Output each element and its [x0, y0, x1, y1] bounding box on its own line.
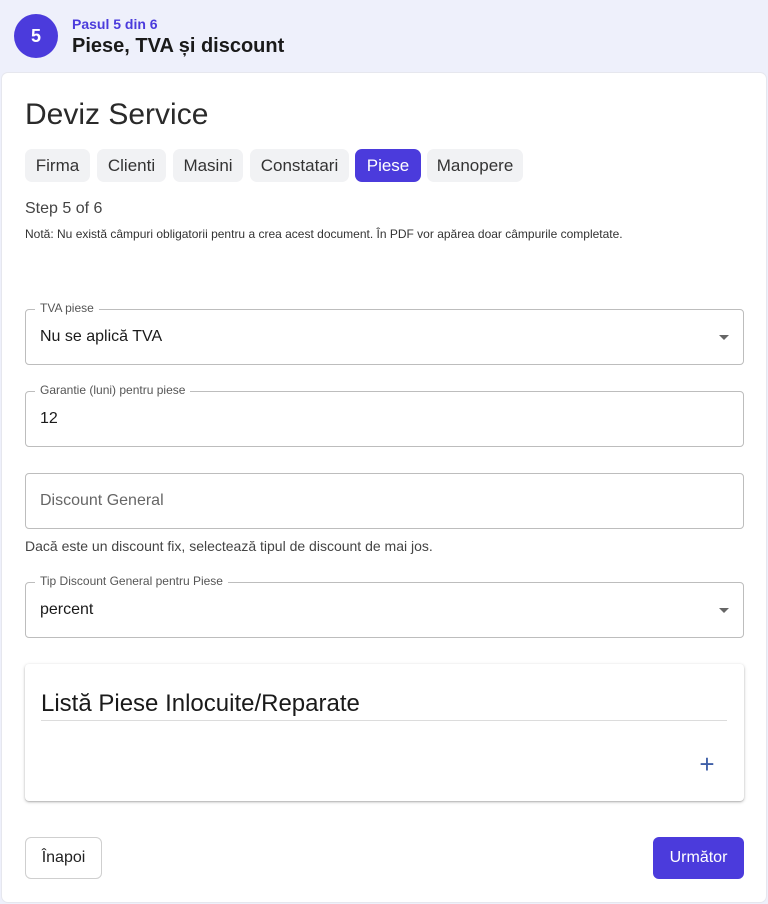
discount-placeholder: Discount General: [40, 492, 164, 509]
info-note: Notă: Nu există câmpuri obligatorii pent…: [25, 227, 623, 241]
discount-input[interactable]: Discount General: [25, 473, 744, 529]
next-button[interactable]: Următor: [653, 837, 744, 879]
divider: [41, 720, 727, 721]
tab-clienti[interactable]: Clienti: [97, 149, 166, 182]
step-heading: Piese, TVA și discount: [72, 35, 285, 57]
plus-icon[interactable]: +: [693, 750, 721, 778]
back-button[interactable]: Înapoi: [25, 837, 102, 879]
warranty-label: Garantie (luni) pentru piese: [35, 383, 191, 397]
warranty-value: 12: [40, 410, 58, 427]
tab-manopere[interactable]: Manopere: [427, 149, 523, 182]
tva-value: Nu se aplică TVA: [40, 328, 163, 345]
warranty-input[interactable]: Garantie (luni) pentru piese 12: [25, 383, 744, 447]
page-title: Deviz Service: [25, 98, 209, 131]
tab-firma[interactable]: Firma: [25, 149, 90, 182]
tab-piese[interactable]: Piese: [355, 149, 421, 182]
dropdown-arrow-icon: [719, 335, 729, 340]
discount-type-select[interactable]: Tip Discount General pentru Piese percen…: [25, 574, 744, 638]
step-kicker: Pasul 5 din 6: [72, 16, 158, 32]
step-number-badge: 5: [14, 14, 58, 58]
parts-list-title: Listă Piese Inlocuite/Reparate: [41, 690, 360, 717]
tab-constatari[interactable]: Constatari: [250, 149, 349, 182]
dropdown-arrow-icon: [719, 608, 729, 613]
discount-helper-text: Dacă este un discount fix, selectează ti…: [25, 538, 433, 554]
step-counter: Step 5 of 6: [25, 200, 103, 217]
discount-type-label: Tip Discount General pentru Piese: [35, 574, 228, 588]
tva-select[interactable]: TVA piese Nu se aplică TVA: [25, 301, 744, 365]
tva-label: TVA piese: [35, 301, 99, 315]
tab-masini[interactable]: Masini: [173, 149, 243, 182]
parts-list-section: Listă Piese Inlocuite/Reparate +: [25, 664, 744, 801]
discount-type-value: percent: [40, 601, 94, 618]
step-banner: 5 Pasul 5 din 6 Piese, TVA și discount: [0, 0, 768, 72]
